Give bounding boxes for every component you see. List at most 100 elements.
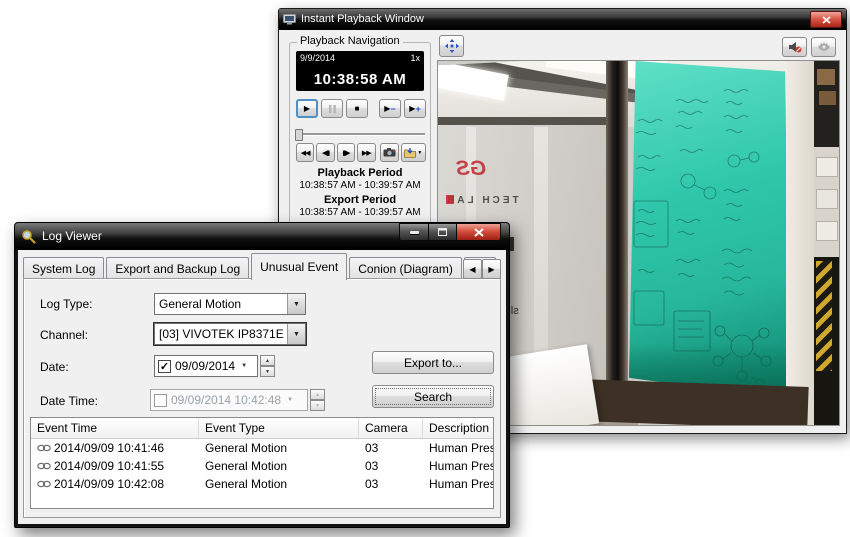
event-table: Event Time Event Type Camera Description… <box>30 417 494 509</box>
snapshot-button[interactable] <box>380 143 399 162</box>
tab-export-backup-log[interactable]: Export and Backup Log <box>106 257 249 279</box>
play-button[interactable]: ▶ <box>296 99 318 118</box>
close-button[interactable] <box>457 223 501 241</box>
spin-down-icon: ▼ <box>265 369 270 375</box>
dropdown-arrow-icon[interactable]: ▼ <box>287 324 305 344</box>
export-period-value: 10:38:57 AM - 10:39:57 AM <box>290 207 430 218</box>
date-checkbox[interactable]: ✓ <box>158 360 171 373</box>
tab-strip: System Log Export and Backup Log Unusual… <box>23 254 501 279</box>
spin-up-button[interactable]: ▲ <box>310 389 325 400</box>
channel-select[interactable]: [03] VIVOTEK IP8371E ( ▼ <box>154 323 306 345</box>
settings-button[interactable] <box>811 37 836 57</box>
reflected-logo: GS <box>456 157 486 181</box>
stop-button[interactable]: ■ <box>346 99 368 118</box>
logviewer-window-title: Log Viewer <box>42 229 102 243</box>
left-arrow-icon: ◀ <box>469 265 475 274</box>
cell-description: Human Present <box>423 441 493 455</box>
right-wall <box>814 61 839 425</box>
group-label: Playback Navigation <box>297 35 403 47</box>
close-button[interactable] <box>810 11 842 28</box>
tab-scroll-right-button[interactable]: ▶ <box>482 259 501 279</box>
playback-window-title: Instant Playback Window <box>301 13 424 25</box>
logviewer-client-area: System Log Export and Backup Log Unusual… <box>18 250 506 524</box>
spin-down-button[interactable]: ▼ <box>310 400 325 411</box>
spin-down-icon: ▼ <box>315 403 320 409</box>
previous-frame-button[interactable]: ◀▮ <box>316 143 334 162</box>
next-frame-icon: ▮▶ <box>342 149 349 157</box>
check-icon: ✓ <box>160 360 169 373</box>
table-row[interactable]: 2014/09/09 10:41:55 General Motion 03 Hu… <box>31 457 493 475</box>
plus-glyph: + <box>415 104 420 114</box>
tab-conion-diagram[interactable]: Conion (Diagram) <box>349 257 462 279</box>
cell-event-type: General Motion <box>199 441 359 455</box>
cell-event-type: General Motion <box>199 459 359 473</box>
log-type-value: General Motion <box>155 297 287 311</box>
speed-up-button[interactable]: ▶+ <box>404 99 426 118</box>
door-frame <box>606 61 628 401</box>
dropdown-arrow-icon[interactable]: ▼ <box>287 294 305 314</box>
export-clip-button[interactable]: ▼ <box>401 143 426 162</box>
next-frame-button[interactable]: ▮▶ <box>337 143 355 162</box>
display-speed: 1x <box>410 53 420 63</box>
log-type-label: Log Type: <box>40 297 93 311</box>
cell-description: Human Present <box>423 459 493 473</box>
pan-control-button[interactable] <box>439 35 464 57</box>
spin-up-button[interactable]: ▲ <box>260 355 275 366</box>
hazard-stripes <box>816 261 832 371</box>
fast-forward-button[interactable]: ▶▶ <box>357 143 375 162</box>
event-time: 2014/09/09 10:41:55 <box>54 459 164 473</box>
tab-label: Export and Backup Log <box>115 262 240 276</box>
spin-down-button[interactable]: ▼ <box>260 366 275 377</box>
fast-rewind-button[interactable]: ◀◀ <box>296 143 314 162</box>
audio-mute-button[interactable] <box>782 37 807 57</box>
datetime-checkbox[interactable] <box>154 394 167 407</box>
link-icon <box>37 462 51 470</box>
column-header-event-time[interactable]: Event Time <box>31 418 199 438</box>
tab-unusual-event[interactable]: Unusual Event <box>251 253 347 280</box>
tab-system-log[interactable]: System Log <box>23 257 104 279</box>
speed-down-button[interactable]: ▶− <box>379 99 401 118</box>
tab-label: Unusual Event <box>260 260 338 274</box>
channel-value: [03] VIVOTEK IP8371E ( <box>155 327 287 341</box>
export-to-button[interactable]: Export to... <box>372 351 494 374</box>
tab-label: Conion (Diagram) <box>358 262 453 276</box>
pause-icon <box>329 105 336 113</box>
table-row[interactable]: 2014/09/09 10:42:08 General Motion 03 Hu… <box>31 475 493 493</box>
stop-icon: ■ <box>355 104 360 113</box>
pause-button[interactable] <box>321 99 343 118</box>
arrow-glyph: ▼ <box>241 363 247 369</box>
maximize-button[interactable] <box>429 223 457 241</box>
search-button[interactable]: Search <box>372 385 494 408</box>
column-header-event-type[interactable]: Event Type <box>199 418 359 438</box>
display-date: 9/9/2014 <box>300 53 335 63</box>
column-header-description[interactable]: Description <box>423 418 493 438</box>
cell-event-time: 2014/09/09 10:41:46 <box>31 441 199 455</box>
date-value: 09/09/2014 <box>175 359 235 373</box>
spacer <box>371 99 376 118</box>
gear-icon <box>818 41 830 53</box>
previous-frame-icon: ◀▮ <box>322 149 329 157</box>
seek-slider[interactable] <box>295 129 425 139</box>
cell-camera: 03 <box>359 477 423 491</box>
fast-rewind-icon: ◀◀ <box>301 149 310 157</box>
arrow-glyph: ▼ <box>287 397 293 403</box>
tab-scroll-left-button[interactable]: ◀ <box>463 259 482 279</box>
search-label: Search <box>414 390 452 404</box>
table-row[interactable]: 2014/09/09 10:41:46 General Motion 03 Hu… <box>31 439 493 457</box>
date-picker[interactable]: ✓ 09/09/2014 ▼ <box>154 355 258 377</box>
playback-titlebar[interactable]: Instant Playback Window <box>279 9 846 30</box>
playback-period-label: Playback Period <box>290 167 430 179</box>
datetime-picker[interactable]: 09/09/2014 10:42:48 ▼ <box>150 389 308 411</box>
date-spinner: ▲ ▼ <box>260 355 275 377</box>
cell-event-time: 2014/09/09 10:41:55 <box>31 459 199 473</box>
caption-buttons <box>399 223 501 241</box>
log-type-select[interactable]: General Motion ▼ <box>154 293 306 315</box>
pan-icon <box>445 39 459 53</box>
cell-event-type: General Motion <box>199 477 359 491</box>
dropdown-arrow-icon[interactable]: ▼ <box>241 363 247 369</box>
slider-thumb[interactable] <box>295 129 303 141</box>
minimize-button[interactable] <box>399 223 429 241</box>
cell-description: Human Present <box>423 477 493 491</box>
slider-groove <box>295 133 425 136</box>
column-header-camera[interactable]: Camera <box>359 418 423 438</box>
